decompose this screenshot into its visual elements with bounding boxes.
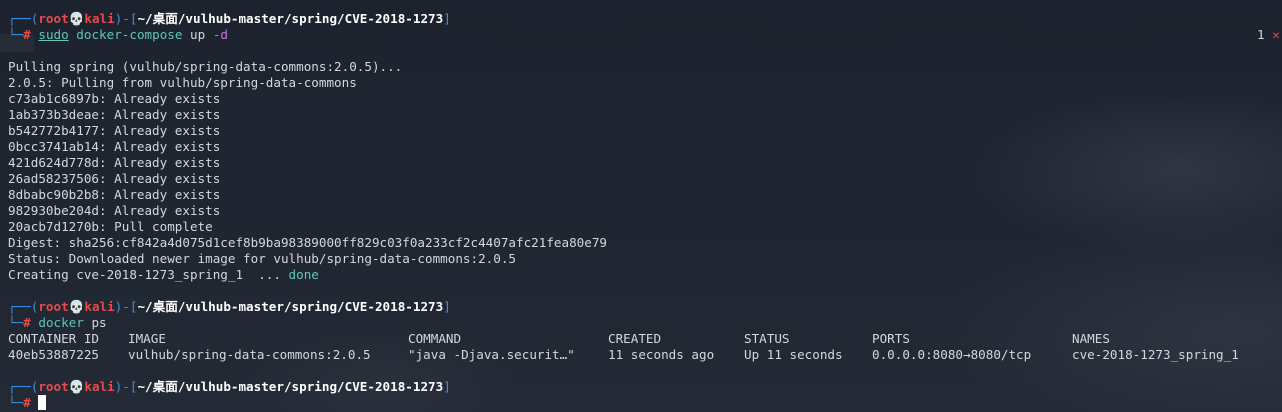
- output-line: 982930be204d: Already exists: [8, 203, 221, 218]
- prompt-hash: #: [23, 315, 31, 330]
- output-line: 20acb7d1270b: Pull complete: [8, 219, 213, 234]
- command-line[interactable]: └─#: [8, 395, 607, 411]
- ps-header-cell: COMMAND: [408, 331, 462, 346]
- prompt-host: kali: [84, 11, 115, 26]
- creating-status: done: [288, 267, 319, 282]
- skull-icon: 💀: [68, 299, 85, 314]
- output-line: Status: Downloaded newer image for vulhu…: [8, 251, 516, 266]
- prompt-path: ~/桌面/vulhub-master/spring/CVE-2018-1273: [137, 379, 444, 394]
- output-line: 421d624d778d: Already exists: [8, 155, 221, 170]
- prompt-hash: #: [23, 395, 31, 410]
- command-arg: ps: [91, 315, 107, 330]
- prompt-hash: #: [23, 27, 31, 42]
- ps-header-cell: CREATED: [608, 331, 662, 346]
- ps-cell-ports: 0.0.0.0:8080→8080/tcp: [872, 347, 1032, 362]
- output-line: c73ab1c6897b: Already exists: [8, 91, 221, 106]
- prompt-user: root: [38, 299, 69, 314]
- prompt-frame-mid: )-[: [114, 379, 138, 394]
- prompt-frame-open: ┌──(: [8, 379, 39, 394]
- prompt-frame-bottom: └─: [8, 395, 24, 410]
- ps-cell-command: "java -Djava.securit…": [408, 347, 575, 362]
- prompt-line-top: ┌──(root💀kali)-[~/桌面/vulhub-master/sprin…: [8, 11, 607, 27]
- ps-header-cell: IMAGE: [128, 331, 166, 346]
- prompt-frame-close: ]: [443, 379, 451, 394]
- creating-line: Creating cve-2018-1273_spring_1 ... done: [8, 267, 607, 283]
- output-line: 0bcc3741ab14: Already exists: [8, 139, 221, 154]
- prompt-user: root: [38, 11, 69, 26]
- command-sudo: sudo: [38, 27, 69, 42]
- prompt-user: root: [38, 379, 69, 394]
- command-program: docker-compose: [76, 27, 183, 42]
- prompt-frame-bottom: └─: [8, 27, 24, 42]
- ps-header-cell: PORTS: [872, 331, 910, 346]
- prompt-frame-open: ┌──(: [8, 299, 39, 314]
- ps-header-cell: STATUS: [744, 331, 790, 346]
- command-exit-status: 1 ✕: [1257, 27, 1280, 43]
- skull-icon: 💀: [68, 379, 85, 394]
- prompt-host: kali: [84, 299, 115, 314]
- output-line: Pulling spring (vulhub/spring-data-commo…: [8, 59, 403, 74]
- output-line: 8dbabc90b2b8: Already exists: [8, 187, 221, 202]
- ps-table-row: 40eb53887225 vulhub/spring-data-commons:…: [8, 347, 1239, 363]
- output-line: 26ad58237506: Already exists: [8, 171, 221, 186]
- terminal-cursor[interactable]: [38, 395, 47, 410]
- output-line: b542772b4177: Already exists: [8, 123, 221, 138]
- prompt-frame-bottom: └─: [8, 315, 24, 330]
- creating-text: Creating cve-2018-1273_spring_1 ...: [8, 267, 289, 282]
- output-line: 1ab373b3deae: Already exists: [8, 107, 221, 122]
- prompt-line-top: ┌──(root💀kali)-[~/桌面/vulhub-master/sprin…: [8, 379, 607, 395]
- prompt-frame-close: ]: [443, 11, 451, 26]
- ps-header-cell: CONTAINER ID: [8, 331, 99, 346]
- ps-cell-names: cve-2018-1273_spring_1: [1072, 347, 1239, 362]
- command-arg: up: [190, 27, 206, 42]
- command-line: └─# docker ps: [8, 315, 607, 331]
- ps-table-header: CONTAINER ID IMAGE COMMAND CREATED STATU…: [8, 331, 1110, 347]
- prompt-frame-close: ]: [443, 299, 451, 314]
- output-line: 2.0.5: Pulling from vulhub/spring-data-c…: [8, 75, 357, 90]
- ps-cell-created: 11 seconds ago: [608, 347, 715, 362]
- exit-code: 1: [1257, 27, 1265, 42]
- prompt-frame-open: ┌──(: [8, 11, 39, 26]
- terminal-output[interactable]: ┌──(root💀kali)-[~/桌面/vulhub-master/sprin…: [8, 11, 1239, 411]
- ps-header-cell: NAMES: [1072, 331, 1110, 346]
- prompt-path: ~/桌面/vulhub-master/spring/CVE-2018-1273: [137, 299, 444, 314]
- prompt-host: kali: [84, 379, 115, 394]
- command-program: docker: [38, 315, 84, 330]
- ps-cell-image: vulhub/spring-data-commons:2.0.5: [128, 347, 371, 362]
- prompt-frame-mid: )-[: [114, 299, 138, 314]
- output-line: Digest: sha256:cf842a4d075d1cef8b9ba9838…: [8, 235, 607, 250]
- skull-icon: 💀: [68, 11, 85, 26]
- command-line: └─# sudo docker-compose up -d: [8, 27, 607, 43]
- prompt-path: ~/桌面/vulhub-master/spring/CVE-2018-1273: [137, 11, 444, 26]
- ps-cell-status: Up 11 seconds: [744, 347, 843, 362]
- prompt-line-top: ┌──(root💀kali)-[~/桌面/vulhub-master/sprin…: [8, 299, 607, 315]
- error-cross-icon: ✕: [1272, 27, 1280, 42]
- command-option: -d: [212, 27, 228, 42]
- ps-cell-container-id: 40eb53887225: [8, 347, 99, 362]
- prompt-frame-mid: )-[: [114, 11, 138, 26]
